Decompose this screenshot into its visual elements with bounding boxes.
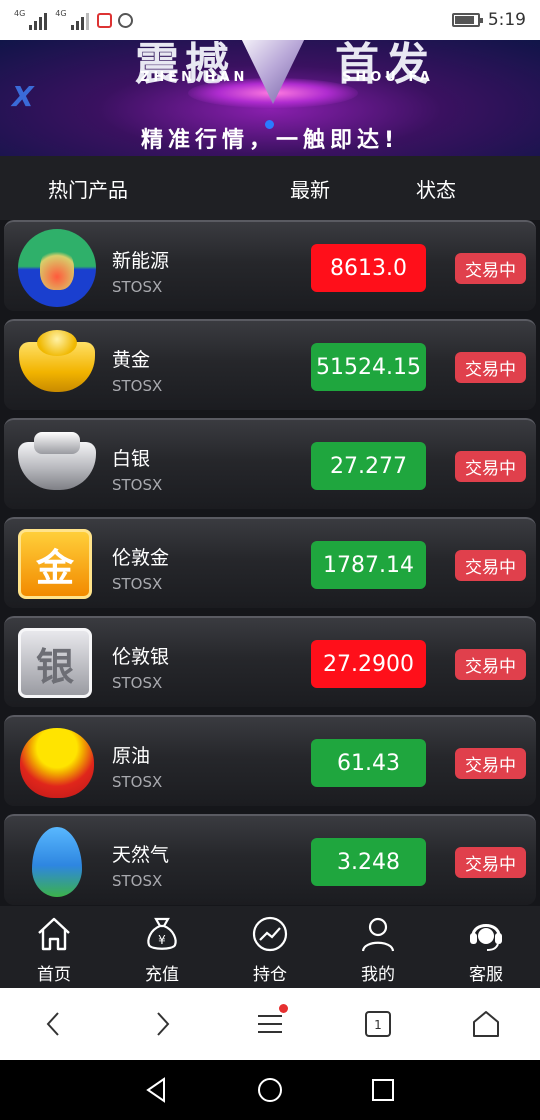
tab-recharge[interactable]: ¥ 充值 xyxy=(108,906,216,988)
price-badge: 27.277 xyxy=(311,442,426,490)
banner-subtitle-right: SHOU FA xyxy=(342,70,434,85)
promo-banner[interactable]: X 震撼 首发 ZHEN HAN SHOU FA 精准行情，一触即达! xyxy=(0,40,540,156)
product-code: STOSX xyxy=(112,476,163,494)
product-list[interactable]: 新能源 STOSX 8613.0 交易中 黄金 STOSX 51524.15 交… xyxy=(0,220,540,906)
network-type-label: 4G xyxy=(14,9,26,18)
notification-dot xyxy=(279,1004,288,1013)
trading-status-badge: 交易中 xyxy=(455,649,526,680)
price-badge: 3.248 xyxy=(311,838,426,886)
product-list-header: 热门产品 最新 状态 xyxy=(0,156,540,220)
trading-status-badge: 交易中 xyxy=(455,847,526,878)
chevron-right-icon xyxy=(157,1012,170,1036)
product-code: STOSX xyxy=(112,278,163,296)
price-badge: 1787.14 xyxy=(311,541,426,589)
header-product: 热门产品 xyxy=(48,177,128,202)
system-back-icon[interactable] xyxy=(142,1075,172,1105)
svg-text:¥: ¥ xyxy=(158,933,166,947)
product-row-london-gold[interactable]: 金 伦敦金 STOSX 1787.14 交易中 xyxy=(4,517,536,608)
tab-label: 首页 xyxy=(37,965,71,985)
network-type-label-2: 4G xyxy=(55,9,67,18)
user-icon xyxy=(361,917,395,952)
natural-gas-icon xyxy=(18,826,96,898)
signal-strength-icon: 4G xyxy=(14,9,48,30)
home-button[interactable] xyxy=(456,994,516,1054)
product-row-silver[interactable]: 白银 STOSX 27.277 交易中 xyxy=(4,418,536,509)
product-name: 原油 xyxy=(112,745,151,767)
browser-toolbar: 1 xyxy=(0,988,540,1060)
product-code: STOSX xyxy=(112,575,163,593)
tabs-button[interactable]: 1 xyxy=(348,994,408,1054)
tab-positions[interactable]: 持仓 xyxy=(216,906,324,988)
trading-status-badge: 交易中 xyxy=(455,253,526,284)
product-name: 伦敦银 xyxy=(112,646,170,668)
trading-status-badge: 交易中 xyxy=(455,451,526,482)
tab-label: 我的 xyxy=(361,965,395,985)
bottom-tab-bar: 首页 ¥ 充值 持仓 我的 客服 xyxy=(0,906,540,988)
notification-app-icon-2 xyxy=(117,12,133,28)
product-row-london-silver[interactable]: 银 伦敦银 STOSX 27.2900 交易中 xyxy=(4,616,536,707)
product-row-new-energy[interactable]: 新能源 STOSX 8613.0 交易中 xyxy=(4,220,536,311)
silver-ingot-icon xyxy=(18,430,96,502)
header-status: 状态 xyxy=(416,177,456,202)
product-name: 黄金 xyxy=(112,349,151,371)
notification-app-icon xyxy=(96,12,112,28)
system-recents-icon[interactable] xyxy=(368,1075,398,1105)
trading-status-badge: 交易中 xyxy=(455,352,526,383)
london-silver-icon: 银 xyxy=(18,628,92,698)
clock: 5:19 xyxy=(487,10,526,30)
gold-ingot-icon xyxy=(18,330,96,403)
tab-mine[interactable]: 我的 xyxy=(324,906,432,988)
product-code: STOSX xyxy=(112,674,163,692)
crude-oil-icon xyxy=(18,727,96,799)
back-button[interactable] xyxy=(24,994,84,1054)
signal-strength-icon-2: 4G xyxy=(55,9,89,30)
tab-customer-service[interactable]: 客服 xyxy=(432,906,540,988)
product-row-natural-gas[interactable]: 天然气 STOSX 3.248 交易中 xyxy=(4,814,536,905)
brand-logo-icon: X xyxy=(12,80,34,113)
home-icon xyxy=(38,917,70,951)
product-name: 伦敦金 xyxy=(112,547,170,569)
product-row-gold[interactable]: 黄金 STOSX 51524.15 交易中 xyxy=(4,319,536,410)
system-nav-bar xyxy=(0,1060,540,1120)
trading-status-badge: 交易中 xyxy=(455,748,526,779)
product-code: STOSX xyxy=(112,377,163,395)
home-outline-icon xyxy=(473,1011,499,1037)
chevron-left-icon xyxy=(46,1012,59,1036)
product-name: 新能源 xyxy=(112,250,170,272)
tab-home[interactable]: 首页 xyxy=(0,906,108,988)
banner-subtitle-left: ZHEN HAN xyxy=(140,70,249,85)
header-latest: 最新 xyxy=(290,177,330,202)
new-energy-icon xyxy=(18,229,96,307)
product-name: 白银 xyxy=(112,448,151,470)
menu-button[interactable] xyxy=(240,994,300,1054)
price-badge: 61.43 xyxy=(311,739,426,787)
status-bar: 4G 4G 5:19 xyxy=(0,0,540,40)
tab-label: 充值 xyxy=(145,965,179,985)
london-gold-icon: 金 xyxy=(18,529,92,599)
price-badge: 27.2900 xyxy=(311,640,426,688)
tab-count: 1 xyxy=(374,1018,382,1032)
tab-label: 持仓 xyxy=(253,965,287,985)
tabs-icon: 1 xyxy=(365,1011,391,1037)
headset-icon xyxy=(470,924,502,951)
trading-status-badge: 交易中 xyxy=(455,550,526,581)
price-badge: 8613.0 xyxy=(311,244,426,292)
money-bag-icon: ¥ xyxy=(147,917,177,950)
product-row-crude-oil[interactable]: 原油 STOSX 61.43 交易中 xyxy=(4,715,536,806)
system-home-icon[interactable] xyxy=(255,1075,285,1105)
product-code: STOSX xyxy=(112,872,163,890)
forward-button[interactable] xyxy=(132,994,192,1054)
banner-slogan: 精准行情，一触即达! xyxy=(140,128,400,153)
price-badge: 51524.15 xyxy=(311,343,426,391)
product-name: 天然气 xyxy=(112,844,170,866)
chart-icon xyxy=(252,916,288,952)
battery-icon xyxy=(451,13,483,27)
tab-label: 客服 xyxy=(469,965,503,985)
product-code: STOSX xyxy=(112,773,163,791)
